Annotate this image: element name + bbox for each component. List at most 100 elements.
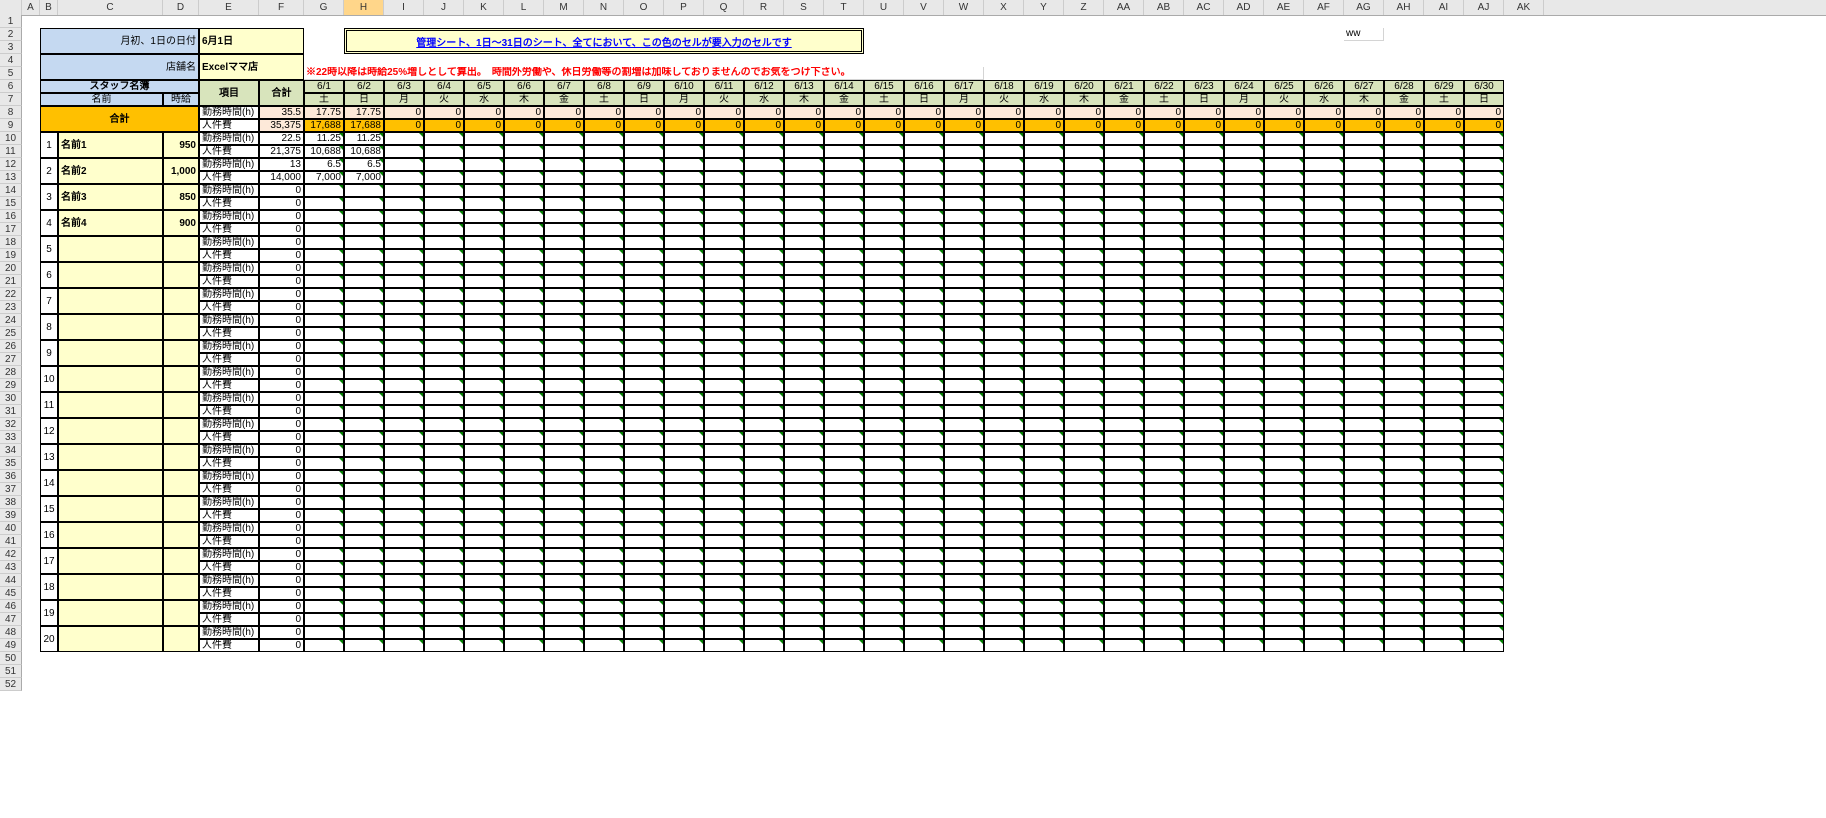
staff-hours-day-16-28[interactable] (1424, 548, 1464, 561)
staff-hours-day-3-27[interactable] (1384, 210, 1424, 223)
staff-cost-day-8-28[interactable] (1424, 353, 1464, 366)
staff-hours-day-16-6[interactable] (544, 548, 584, 561)
staff-cost-day-12-16[interactable] (944, 457, 984, 470)
staff-cost-day-18-10[interactable] (704, 613, 744, 626)
staff-hours-day-16-12[interactable] (784, 548, 824, 561)
staff-hours-day-1-11[interactable] (744, 158, 784, 171)
staff-cost-day-16-15[interactable] (904, 561, 944, 574)
staff-cost-day-6-18[interactable] (1024, 301, 1064, 314)
staff-hours-day-0-10[interactable] (704, 132, 744, 145)
staff-hours-day-1-3[interactable] (424, 158, 464, 171)
staff-wage-4[interactable] (163, 236, 199, 262)
staff-hours-day-7-17[interactable] (984, 314, 1024, 327)
staff-hours-day-1-14[interactable] (864, 158, 904, 171)
row-header-34[interactable]: 34 (0, 444, 22, 457)
staff-hours-day-15-15[interactable] (904, 522, 944, 535)
staff-hours-day-4-1[interactable] (344, 236, 384, 249)
staff-cost-day-19-15[interactable] (904, 639, 944, 652)
staff-hours-day-8-14[interactable] (864, 340, 904, 353)
staff-hours-day-4-18[interactable] (1024, 236, 1064, 249)
staff-hours-day-3-2[interactable] (384, 210, 424, 223)
staff-hours-day-4-3[interactable] (424, 236, 464, 249)
col-header-AE[interactable]: AE (1264, 0, 1304, 15)
staff-hours-day-6-9[interactable] (664, 288, 704, 301)
staff-hours-day-11-19[interactable] (1064, 418, 1104, 431)
staff-hours-day-0-28[interactable] (1424, 132, 1464, 145)
staff-name-9[interactable] (58, 366, 163, 392)
staff-cost-day-9-27[interactable] (1384, 379, 1424, 392)
staff-cost-day-7-23[interactable] (1224, 327, 1264, 340)
staff-hours-day-9-21[interactable] (1144, 366, 1184, 379)
staff-cost-day-4-1[interactable] (344, 249, 384, 262)
staff-cost-day-17-7[interactable] (584, 587, 624, 600)
staff-cost-day-15-2[interactable] (384, 535, 424, 548)
staff-cost-day-17-25[interactable] (1304, 587, 1344, 600)
staff-hours-day-14-21[interactable] (1144, 496, 1184, 509)
staff-cost-day-0-1[interactable]: 10,688 (344, 145, 384, 158)
staff-cost-day-4-18[interactable] (1024, 249, 1064, 262)
staff-cost-day-15-13[interactable] (824, 535, 864, 548)
staff-hours-day-3-10[interactable] (704, 210, 744, 223)
col-header-K[interactable]: K (464, 0, 504, 15)
staff-cost-day-0-27[interactable] (1384, 145, 1424, 158)
staff-cost-day-13-15[interactable] (904, 483, 944, 496)
staff-cost-day-0-9[interactable] (664, 145, 704, 158)
staff-hours-day-4-19[interactable] (1064, 236, 1104, 249)
staff-cost-day-4-20[interactable] (1104, 249, 1144, 262)
staff-hours-day-19-29[interactable] (1464, 626, 1504, 639)
staff-cost-day-12-24[interactable] (1264, 457, 1304, 470)
col-header-L[interactable]: L (504, 0, 544, 15)
staff-hours-day-2-21[interactable] (1144, 184, 1184, 197)
staff-cost-day-18-17[interactable] (984, 613, 1024, 626)
staff-cost-day-6-15[interactable] (904, 301, 944, 314)
staff-hours-day-17-27[interactable] (1384, 574, 1424, 587)
staff-cost-day-3-2[interactable] (384, 223, 424, 236)
staff-hours-day-16-23[interactable] (1224, 548, 1264, 561)
staff-cost-day-10-29[interactable] (1464, 405, 1504, 418)
staff-cost-day-9-29[interactable] (1464, 379, 1504, 392)
staff-cost-day-11-10[interactable] (704, 431, 744, 444)
staff-cost-day-4-28[interactable] (1424, 249, 1464, 262)
staff-hours-day-8-13[interactable] (824, 340, 864, 353)
staff-cost-day-13-27[interactable] (1384, 483, 1424, 496)
staff-hours-day-2-17[interactable] (984, 184, 1024, 197)
staff-hours-day-9-24[interactable] (1264, 366, 1304, 379)
staff-hours-day-7-29[interactable] (1464, 314, 1504, 327)
staff-hours-day-7-9[interactable] (664, 314, 704, 327)
staff-hours-day-2-11[interactable] (744, 184, 784, 197)
staff-hours-day-11-6[interactable] (544, 418, 584, 431)
staff-cost-day-14-24[interactable] (1264, 509, 1304, 522)
staff-cost-day-11-27[interactable] (1384, 431, 1424, 444)
staff-cost-day-6-9[interactable] (664, 301, 704, 314)
staff-hours-day-11-14[interactable] (864, 418, 904, 431)
staff-hours-day-7-21[interactable] (1144, 314, 1184, 327)
staff-hours-day-2-19[interactable] (1064, 184, 1104, 197)
staff-hours-day-4-5[interactable] (504, 236, 544, 249)
row-header-4[interactable]: 4 (0, 54, 22, 67)
staff-cost-day-6-0[interactable] (304, 301, 344, 314)
staff-cost-day-14-23[interactable] (1224, 509, 1264, 522)
staff-cost-day-4-13[interactable] (824, 249, 864, 262)
staff-hours-day-9-20[interactable] (1104, 366, 1144, 379)
staff-cost-day-9-22[interactable] (1184, 379, 1224, 392)
staff-hours-day-1-23[interactable] (1224, 158, 1264, 171)
staff-hours-day-17-25[interactable] (1304, 574, 1344, 587)
staff-hours-day-3-28[interactable] (1424, 210, 1464, 223)
staff-cost-day-12-3[interactable] (424, 457, 464, 470)
staff-hours-day-1-25[interactable] (1304, 158, 1344, 171)
staff-hours-day-8-11[interactable] (744, 340, 784, 353)
staff-hours-day-4-4[interactable] (464, 236, 504, 249)
staff-hours-day-0-7[interactable] (584, 132, 624, 145)
row-header-9[interactable]: 9 (0, 119, 22, 132)
staff-cost-day-3-7[interactable] (584, 223, 624, 236)
staff-hours-day-3-25[interactable] (1304, 210, 1344, 223)
staff-cost-day-1-16[interactable] (944, 171, 984, 184)
staff-hours-day-19-28[interactable] (1424, 626, 1464, 639)
staff-cost-day-9-18[interactable] (1024, 379, 1064, 392)
staff-hours-day-9-29[interactable] (1464, 366, 1504, 379)
staff-cost-day-12-19[interactable] (1064, 457, 1104, 470)
staff-hours-day-17-13[interactable] (824, 574, 864, 587)
staff-cost-day-14-2[interactable] (384, 509, 424, 522)
staff-cost-day-17-18[interactable] (1024, 587, 1064, 600)
staff-cost-day-16-18[interactable] (1024, 561, 1064, 574)
